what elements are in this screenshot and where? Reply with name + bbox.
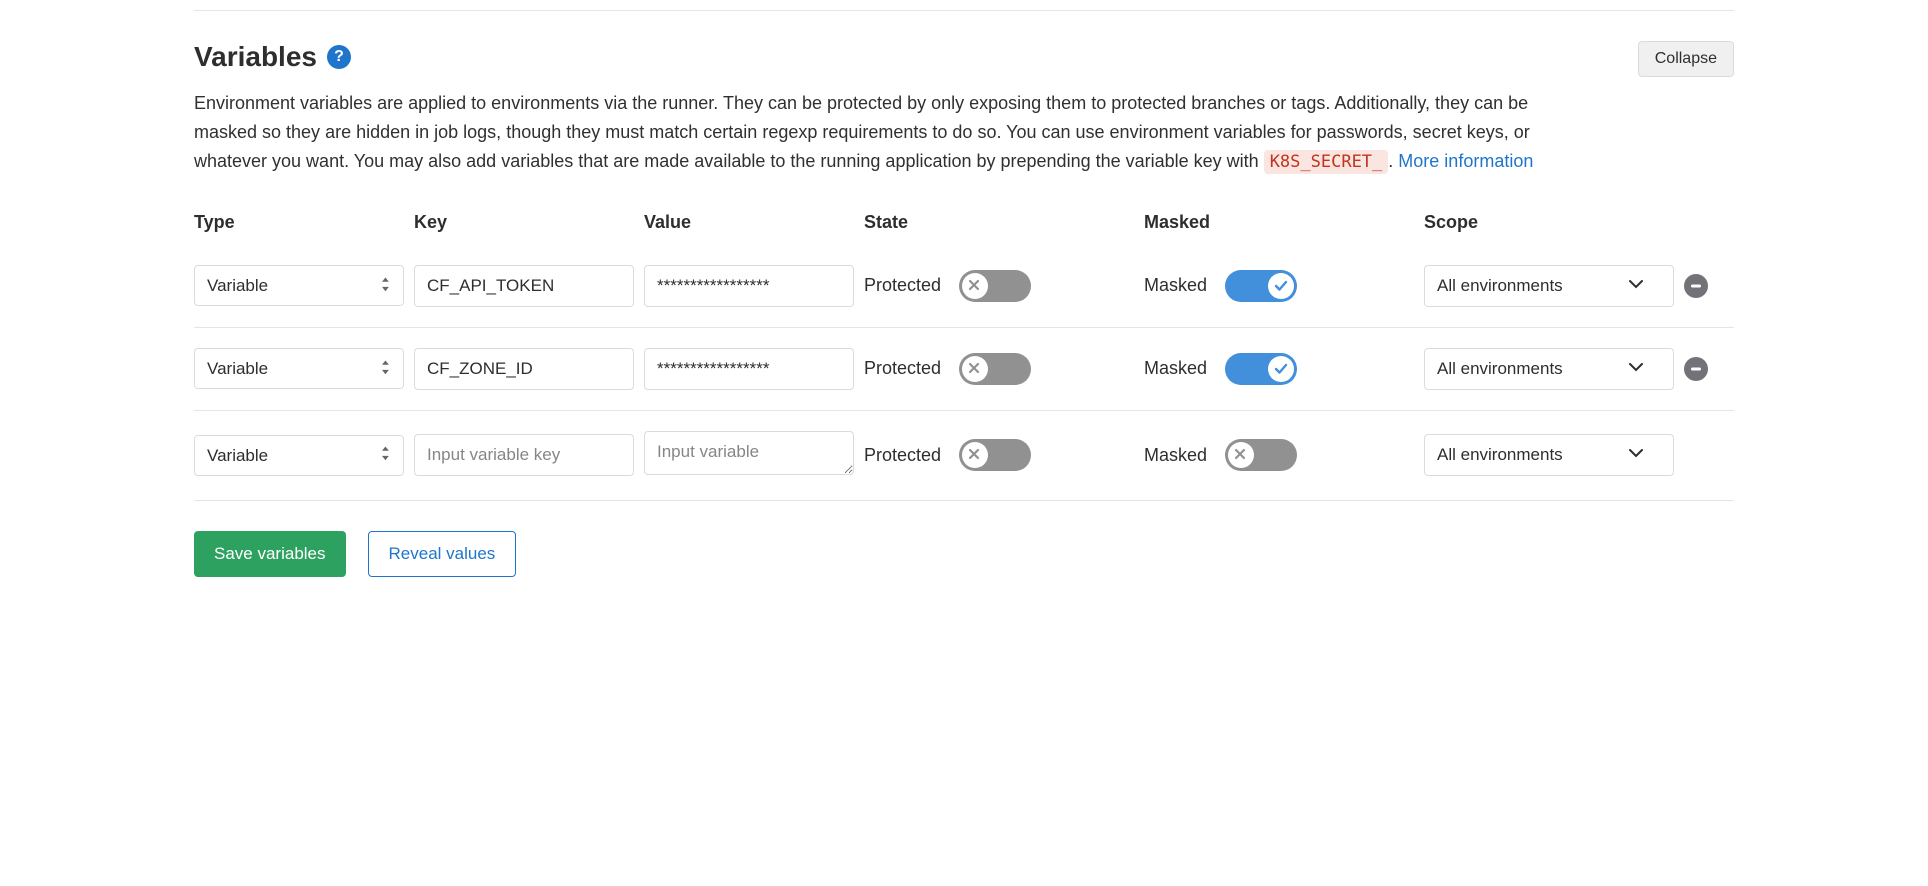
masked-toggle[interactable]	[1225, 439, 1297, 471]
section-description: Environment variables are applied to env…	[194, 89, 1574, 176]
section-title: Variables	[194, 41, 317, 73]
col-type: Type	[194, 212, 404, 233]
table-row: Variable Protected Masked All environmen…	[194, 245, 1734, 328]
col-key: Key	[414, 212, 634, 233]
remove-variable-button[interactable]	[1684, 274, 1708, 298]
scope-select[interactable]: All environments	[1424, 265, 1674, 307]
col-scope: Scope	[1424, 212, 1674, 233]
protected-toggle[interactable]	[959, 270, 1031, 302]
masked-toggle[interactable]	[1225, 353, 1297, 385]
value-input[interactable]	[644, 348, 854, 390]
help-icon[interactable]: ?	[327, 45, 351, 69]
protected-label: Protected	[864, 445, 941, 466]
code-snippet: K8S_SECRET_	[1264, 150, 1389, 174]
masked-label: Masked	[1144, 275, 1207, 296]
key-input[interactable]	[414, 434, 634, 476]
key-input[interactable]	[414, 265, 634, 307]
col-value: Value	[644, 212, 854, 233]
table-row: Variable Protected Masked All environmen…	[194, 328, 1734, 411]
protected-toggle[interactable]	[959, 439, 1031, 471]
chevron-down-icon	[1629, 359, 1643, 379]
col-masked: Masked	[1144, 212, 1414, 233]
protected-toggle[interactable]	[959, 353, 1031, 385]
chevron-down-icon	[1629, 276, 1643, 296]
scope-value: All environments	[1437, 445, 1563, 465]
table-row: Variable Protected Masked All environmen…	[194, 411, 1734, 501]
save-variables-button[interactable]: Save variables	[194, 531, 346, 577]
protected-label: Protected	[864, 275, 941, 296]
reveal-values-button[interactable]: Reveal values	[368, 531, 517, 577]
masked-label: Masked	[1144, 445, 1207, 466]
scope-value: All environments	[1437, 359, 1563, 379]
col-state: State	[864, 212, 1134, 233]
value-input[interactable]	[644, 265, 854, 307]
scope-select[interactable]: All environments	[1424, 434, 1674, 476]
chevron-down-icon	[1629, 445, 1643, 465]
table-header: Type Key Value State Masked Scope	[194, 212, 1734, 245]
masked-toggle[interactable]	[1225, 270, 1297, 302]
divider	[194, 10, 1734, 11]
more-information-link[interactable]: More information	[1398, 151, 1533, 171]
key-input[interactable]	[414, 348, 634, 390]
collapse-button[interactable]: Collapse	[1638, 41, 1734, 77]
scope-value: All environments	[1437, 276, 1563, 296]
value-input[interactable]	[644, 431, 854, 475]
protected-label: Protected	[864, 358, 941, 379]
remove-variable-button[interactable]	[1684, 357, 1708, 381]
scope-select[interactable]: All environments	[1424, 348, 1674, 390]
type-select[interactable]: Variable	[194, 265, 404, 306]
masked-label: Masked	[1144, 358, 1207, 379]
type-select[interactable]: Variable	[194, 348, 404, 389]
type-select[interactable]: Variable	[194, 435, 404, 476]
variables-table: Type Key Value State Masked Scope Variab…	[194, 212, 1734, 501]
